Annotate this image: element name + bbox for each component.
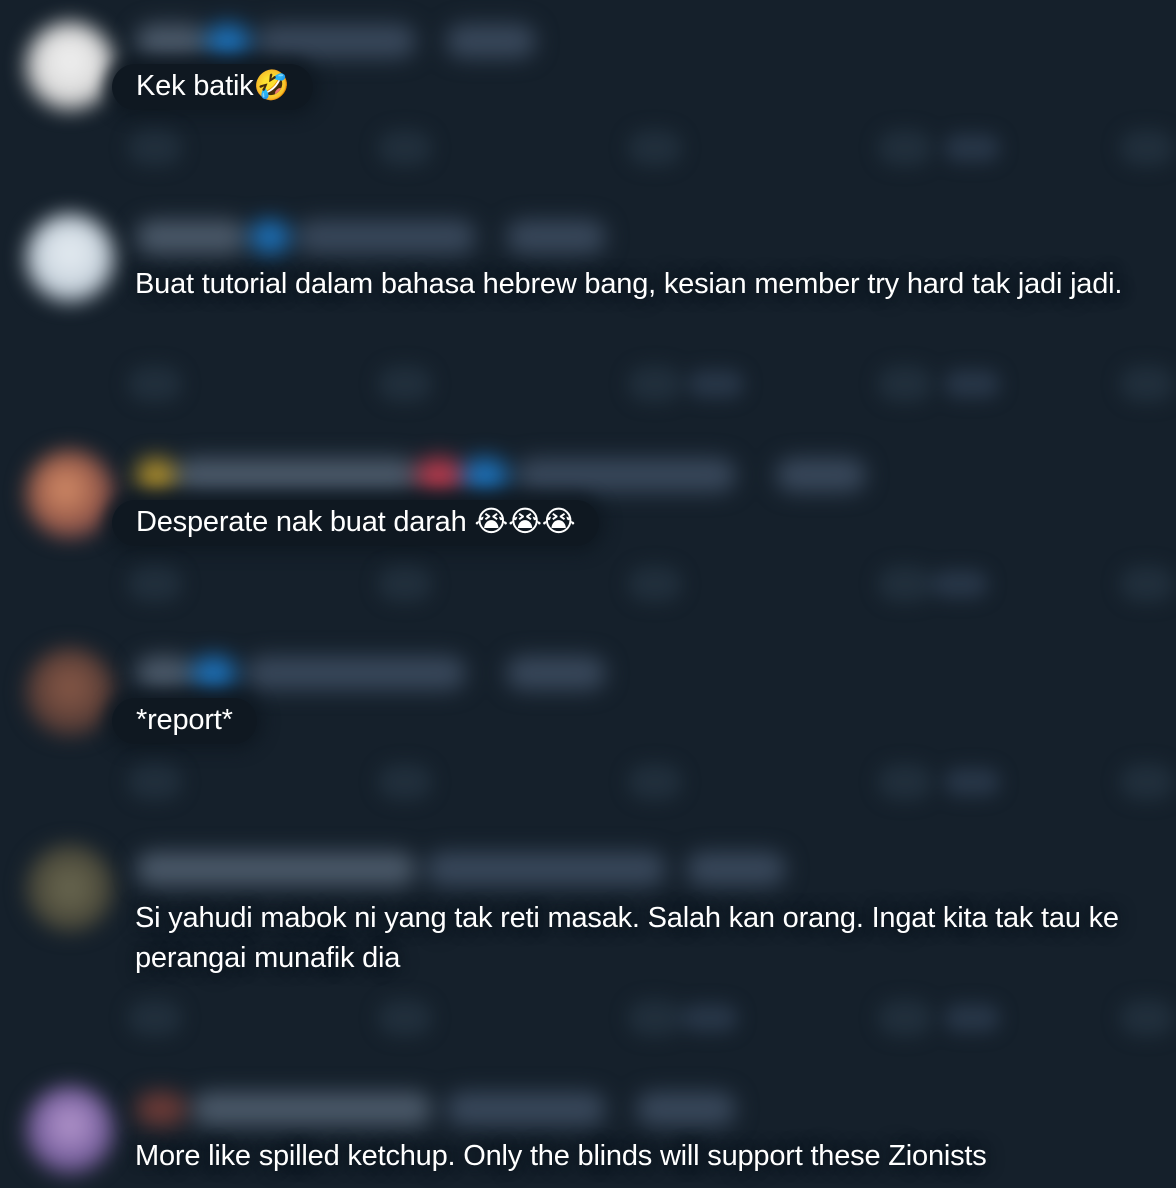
views-icon[interactable]	[878, 1000, 932, 1036]
action-bar	[120, 764, 1176, 804]
reply-icon[interactable]	[128, 366, 182, 402]
action-bar	[120, 566, 1176, 606]
author-name[interactable]	[136, 24, 556, 58]
like-icon[interactable]	[628, 130, 682, 166]
views-icon[interactable]	[878, 366, 932, 402]
avatar[interactable]	[26, 844, 114, 932]
views-icon[interactable]	[878, 764, 932, 800]
like-icon[interactable]	[628, 1000, 682, 1036]
author-name[interactable]	[136, 220, 616, 254]
author-name[interactable]	[136, 458, 876, 492]
author-name[interactable]	[136, 852, 796, 886]
share-icon[interactable]	[1120, 764, 1174, 800]
reply-text: Si yahudi mabok ni yang tak reti masak. …	[135, 902, 1127, 974]
retweet-icon[interactable]	[378, 566, 432, 602]
author-name[interactable]	[136, 656, 616, 690]
retweet-icon[interactable]	[378, 130, 432, 166]
reply-text: More like spilled ketchup. Only the blin…	[135, 1140, 987, 1172]
reply-icon[interactable]	[128, 1000, 182, 1036]
reply-text: Desperate nak buat darah 😭😭😭	[136, 506, 576, 538]
retweet-icon[interactable]	[378, 366, 432, 402]
reply-icon[interactable]	[128, 764, 182, 800]
share-icon[interactable]	[1120, 1000, 1174, 1036]
retweet-icon[interactable]	[378, 1000, 432, 1036]
action-bar	[120, 366, 1176, 406]
like-icon[interactable]	[628, 764, 682, 800]
views-icon[interactable]	[878, 130, 932, 166]
action-bar	[120, 130, 1176, 170]
share-icon[interactable]	[1120, 566, 1174, 602]
share-icon[interactable]	[1120, 130, 1174, 166]
avatar[interactable]	[26, 214, 114, 302]
reply-text: Buat tutorial dalam bahasa hebrew bang, …	[135, 268, 1123, 300]
share-icon[interactable]	[1120, 366, 1174, 402]
avatar[interactable]	[26, 1086, 114, 1174]
reply-feed: Kek batik🤣 Buat tutorial dalam bahasa he…	[0, 0, 1176, 1188]
avatar[interactable]	[26, 648, 114, 736]
retweet-icon[interactable]	[378, 764, 432, 800]
reply-text: *report*	[136, 704, 233, 736]
avatar[interactable]	[26, 22, 114, 110]
reply-text: Kek batik🤣	[136, 70, 290, 102]
avatar[interactable]	[26, 450, 114, 538]
action-bar	[120, 1000, 1176, 1040]
reply-icon[interactable]	[128, 566, 182, 602]
reply-icon[interactable]	[128, 130, 182, 166]
like-icon[interactable]	[628, 366, 682, 402]
like-icon[interactable]	[628, 566, 682, 602]
views-icon[interactable]	[878, 566, 932, 602]
author-name[interactable]	[136, 1092, 746, 1126]
